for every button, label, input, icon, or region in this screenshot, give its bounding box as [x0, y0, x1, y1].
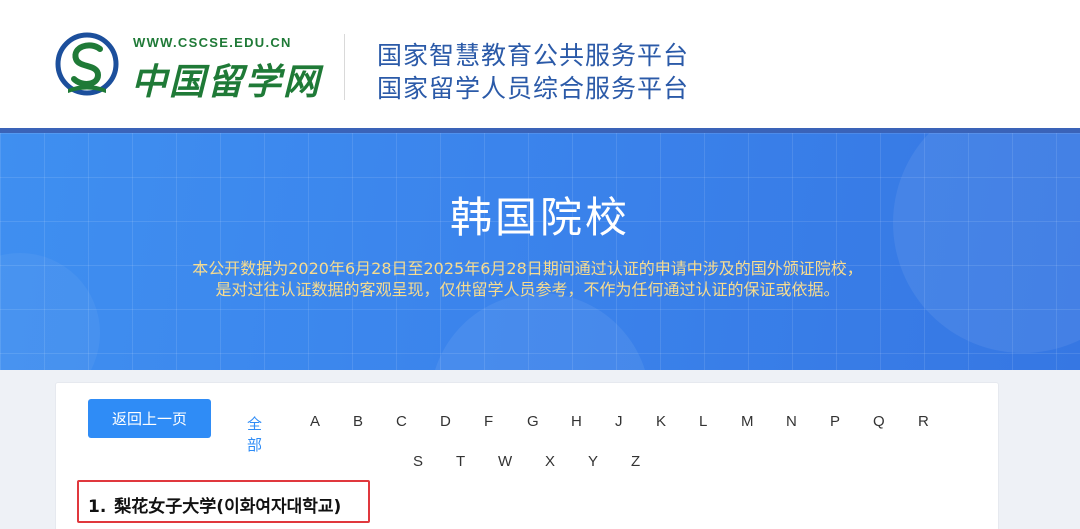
site-header: WWW.CSCSE.EDU.CN 中国留学网 国家智慧教育公共服务平台 国家留学…	[0, 0, 1080, 128]
platform-title-2: 国家留学人员综合服务平台	[377, 74, 690, 103]
letter-filter-c[interactable]: C	[396, 413, 407, 430]
letter-filter-f[interactable]: F	[484, 413, 493, 430]
letter-filter-n[interactable]: N	[786, 413, 797, 430]
letter-filter-d[interactable]: D	[440, 413, 451, 430]
letter-filter-z[interactable]: Z	[631, 453, 640, 470]
logo-name[interactable]: 中国留学网	[131, 53, 321, 105]
platform-title-1: 国家智慧教育公共服务平台	[377, 41, 690, 70]
page-title: 韩国院校	[449, 193, 630, 242]
letter-filter-all[interactable]: 全部	[247, 413, 262, 455]
school-name: 梨花女子大学(이화여자대학교)	[114, 497, 342, 517]
letter-filter-q[interactable]: Q	[873, 413, 885, 430]
letter-filter-m[interactable]: M	[741, 413, 754, 430]
school-number: 1.	[88, 497, 107, 517]
back-button[interactable]: 返回上一页	[88, 399, 211, 438]
letter-filter-h[interactable]: H	[571, 413, 582, 430]
letter-filter-x[interactable]: X	[545, 453, 555, 470]
letter-filter-s[interactable]: S	[413, 453, 423, 470]
letter-filter-k[interactable]: K	[656, 413, 666, 430]
logo-url-text: WWW.CSCSE.EDU.CN	[133, 35, 292, 50]
letter-filter-b[interactable]: B	[353, 413, 363, 430]
letter-filter-y[interactable]: Y	[588, 453, 598, 470]
letter-filter-a[interactable]: A	[310, 413, 320, 430]
school-list-item[interactable]: 1. 梨花女子大学(이화여자대학교)	[88, 492, 341, 517]
letter-filter-t[interactable]: T	[456, 453, 465, 470]
letter-filter-j[interactable]: J	[615, 413, 623, 430]
hero-banner: 韩国院校 本公开数据为2020年6月28日至2025年6月28日期间通过认证的申…	[0, 133, 1080, 370]
logo-s-mark-icon[interactable]	[54, 31, 124, 101]
letter-filter-l[interactable]: L	[699, 413, 707, 430]
header-divider	[344, 34, 345, 100]
letter-filter-g[interactable]: G	[527, 413, 539, 430]
letter-filter-p[interactable]: P	[830, 413, 840, 430]
letter-filter-w[interactable]: W	[498, 453, 512, 470]
letter-filter-r[interactable]: R	[918, 413, 929, 430]
banner-note-line-2: 是对过往认证数据的客观呈现，仅供留学人员参考，不作为任何通过认证的保证或依据。	[215, 280, 840, 299]
